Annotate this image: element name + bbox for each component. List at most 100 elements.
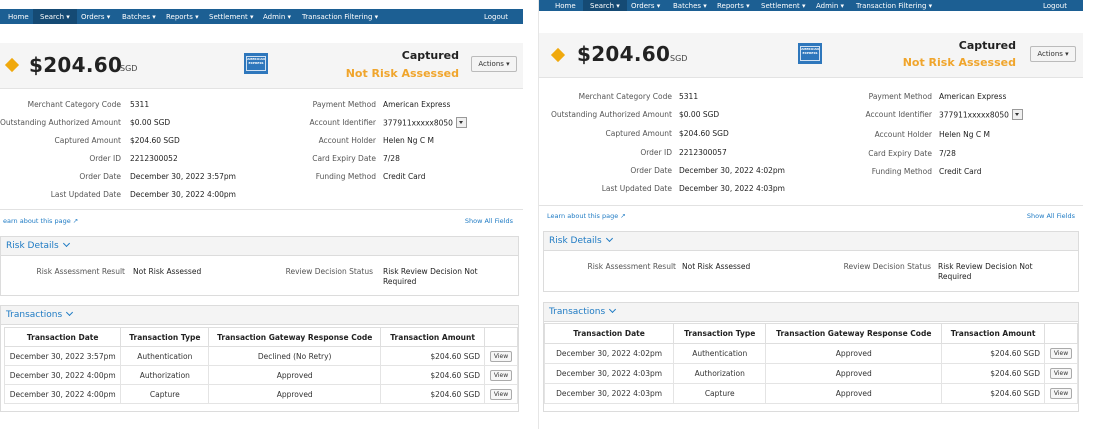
cell-response-code: Declined (No Retry): [208, 346, 382, 366]
field-value: December 30, 2022 3:57pm: [130, 172, 236, 181]
capture-status: Captured: [958, 39, 1016, 52]
cell-action: View: [484, 346, 518, 366]
nav-batches[interactable]: Batches ▾: [673, 0, 707, 11]
nav-admin[interactable]: Admin ▾: [263, 9, 291, 24]
view-button[interactable]: View: [489, 369, 513, 381]
view-button[interactable]: View: [1049, 368, 1073, 379]
table-header-row: Transaction Date Transaction Type Transa…: [3, 327, 518, 347]
cell-type: Authentication: [673, 343, 767, 364]
field-value: 7/28: [383, 154, 400, 163]
cell-response-code: Approved: [208, 365, 382, 385]
view-button[interactable]: View: [1049, 348, 1073, 359]
learn-about-page-link[interactable]: Learn about this page ↗: [547, 212, 626, 220]
risk-value: Risk Review Decision Not Required: [383, 267, 478, 286]
nav-settlement[interactable]: Settlement ▾: [761, 0, 806, 11]
field-label: Outstanding Authorized Amount: [0, 118, 121, 127]
transaction-amount: $204.60: [577, 42, 671, 66]
field-label: Merchant Category Code: [578, 92, 672, 101]
transaction-currency: SGD: [670, 54, 688, 63]
nav-logout[interactable]: Logout: [1043, 0, 1067, 11]
nav-reports[interactable]: Reports ▾: [717, 0, 750, 11]
field-value: American Express: [939, 92, 1007, 101]
cell-date: December 30, 2022 4:00pm: [3, 365, 122, 385]
cell-action: View: [1044, 363, 1078, 384]
right-transaction-detail-panel: Home Search ▾ Orders ▾ Batches ▾ Reports…: [538, 0, 1083, 429]
nav-search[interactable]: Search ▾: [583, 0, 627, 11]
field-label: Account Holder: [318, 136, 376, 145]
transactions-table: Transaction Date Transaction Type Transa…: [3, 327, 518, 404]
amex-card-icon: AMERICAN EXPRESS: [798, 43, 822, 64]
show-all-fields-link[interactable]: Show All Fields: [1027, 212, 1075, 220]
table-row: December 30, 2022 3:57pm Authentication …: [3, 346, 518, 366]
nav-orders[interactable]: Orders ▾: [81, 9, 110, 24]
field-label: Account Identifier: [865, 110, 932, 119]
field-value: 377911xxxxx8050: [939, 110, 1009, 120]
nav-search[interactable]: Search ▾: [33, 9, 77, 24]
risk-label: Review Decision Status: [285, 267, 373, 276]
risk-details-header[interactable]: Risk Details: [1, 237, 518, 256]
actions-button[interactable]: Actions ▾: [1030, 46, 1076, 62]
column-header: Transaction Type: [673, 323, 767, 344]
caret-down-icon[interactable]: [1011, 109, 1023, 120]
column-header: Transaction Date: [3, 327, 122, 347]
column-header: Transaction Amount: [941, 323, 1046, 344]
field-label: Order ID: [640, 148, 672, 157]
field-value: December 30, 2022 4:03pm: [679, 184, 785, 193]
view-button[interactable]: View: [489, 388, 513, 400]
cell-action: View: [484, 365, 518, 385]
transactions-header[interactable]: Transactions: [544, 303, 1078, 322]
view-button[interactable]: View: [489, 350, 513, 362]
nav-batches[interactable]: Batches ▾: [122, 9, 156, 24]
field-value: $204.60 SGD: [679, 129, 729, 138]
nav-settlement[interactable]: Settlement ▾: [209, 9, 254, 24]
field-value: 2212300057: [679, 148, 727, 157]
risk-details-section: Risk Details Risk Assessment Result Not …: [0, 236, 519, 296]
cell-date: December 30, 2022 4:03pm: [543, 383, 675, 404]
cell-amount: $204.60 SGD: [941, 343, 1046, 364]
transaction-header: $204.60 SGD AMERICAN EXPRESS Captured Not…: [539, 33, 1083, 78]
column-header: Transaction Amount: [380, 327, 486, 347]
show-all-fields-link[interactable]: Show All Fields: [465, 217, 513, 225]
transactions-header[interactable]: Transactions: [1, 306, 518, 325]
risk-details-header[interactable]: Risk Details: [544, 232, 1078, 251]
field-value: $0.00 SGD: [679, 110, 720, 119]
nav-transaction-filtering[interactable]: Transaction Filtering ▾: [856, 0, 932, 11]
field-label: Captured Amount: [54, 136, 121, 145]
cell-action: View: [1044, 383, 1078, 404]
field-value: Credit Card: [383, 172, 426, 181]
cell-type: Capture: [673, 383, 767, 404]
table-row: December 30, 2022 4:02pm Authentication …: [543, 343, 1078, 364]
nav-logout[interactable]: Logout: [484, 9, 508, 24]
cell-amount: $204.60 SGD: [380, 365, 486, 385]
divider: [539, 205, 1083, 206]
actions-button[interactable]: Actions ▾: [471, 56, 517, 72]
cell-response-code: Approved: [765, 363, 943, 384]
chevron-down-icon: [62, 239, 70, 248]
nav-orders[interactable]: Orders ▾: [631, 0, 660, 11]
field-label: Funding Method: [871, 167, 932, 176]
nav-reports[interactable]: Reports ▾: [166, 9, 199, 24]
cell-response-code: Approved: [765, 343, 943, 364]
field-value: $204.60 SGD: [130, 136, 180, 145]
cell-type: Authorization: [120, 365, 210, 385]
field-value: Helen Ng C M: [939, 130, 990, 139]
field-label: Order Date: [79, 172, 121, 181]
view-button[interactable]: View: [1049, 388, 1073, 399]
transactions-title[interactable]: Transactions: [6, 308, 74, 320]
transactions-title[interactable]: Transactions: [549, 305, 617, 317]
risk-details-title[interactable]: Risk Details: [6, 239, 70, 251]
nav-transaction-filtering[interactable]: Transaction Filtering ▾: [302, 9, 378, 24]
nav-home[interactable]: Home: [8, 9, 29, 24]
caret-down-icon[interactable]: [455, 117, 467, 128]
learn-about-page-link[interactable]: earn about this page ↗: [3, 217, 78, 225]
cell-date: December 30, 2022 4:03pm: [543, 363, 675, 384]
column-header: Transaction Type: [120, 327, 210, 347]
risk-details-title[interactable]: Risk Details: [549, 234, 613, 246]
cell-action: View: [484, 384, 518, 404]
cell-date: December 30, 2022 4:00pm: [3, 384, 122, 404]
nav-home[interactable]: Home: [555, 0, 576, 11]
cell-type: Authentication: [120, 346, 210, 366]
nav-admin[interactable]: Admin ▾: [816, 0, 844, 11]
account-identifier-value: 377911xxxxx8050: [939, 109, 1023, 121]
divider: [0, 209, 523, 210]
